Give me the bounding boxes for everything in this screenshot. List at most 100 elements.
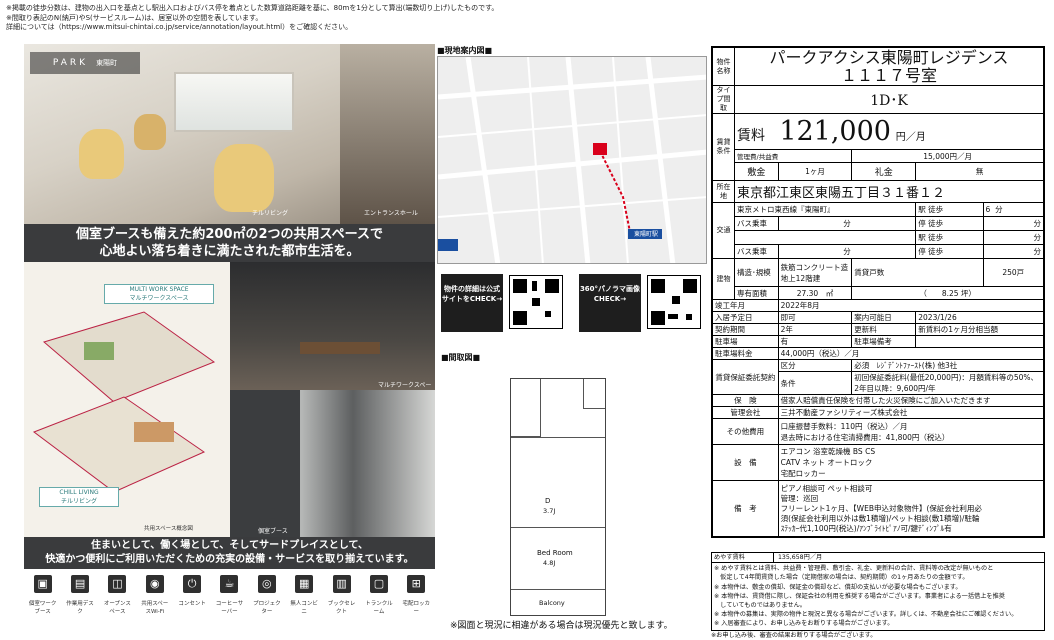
remarks-label: 備 考 [712,480,779,537]
contract-value: 2年 [777,323,853,336]
amenity-icons: ▣ 個室ワークブース ▤ 作業用デスク ◫ オープンスペース ◉ 共用スペースWi-Fi… [24,569,435,629]
walk-value: 6 [985,205,991,214]
dk-size: 3.7J [543,507,556,515]
photo-label: チルリビング [252,210,289,217]
area-label: 専有面積 [734,286,779,300]
notes-box: ※ めやす賃料とは賃料、共益費・管理費、敷引金、礼金、更新料の合計、賃料等の改定… [711,563,1045,631]
chair [79,129,124,179]
completed-label: 竣工年月 [712,299,779,312]
mgmt-fee-value: 15,000円／月 [851,149,1044,163]
note-line: ※ 本物件は、敷金の償却、保証金の償却など、償却の支払いが必要な場合もございます… [714,583,962,591]
equipment-label: 設 備 [712,444,779,481]
parking-info-label: 駐車場備考 [851,335,917,348]
train-line: 東京メトロ東西線『東陽町』 [733,202,917,217]
guarantee-kubun-label: 区分 [777,359,853,372]
photo-label: エントランスホール [364,210,418,217]
address-label: 所在地 [712,180,735,203]
note-line: 詳細については（https://www.mitsui-chintai.co.jp… [6,23,353,31]
note-line: 仮定して4年間賃貸した場合（定期借家の場合は、契約期間）の1ヶ月あたりの金額です… [714,574,969,582]
desk-icon: ▤ [71,575,90,593]
cond-line: 2年目以降：9,600円/年 [854,384,936,393]
amenity-item: ⏻ コンセント [178,575,206,607]
parking-fee-label: 駐車場料金 [712,347,779,360]
walk-label: 駅 徒歩 [915,230,984,245]
footer-note: ※お申し込み後、審査の結果お断りする場合がございます。 [711,631,877,639]
cond-line: 初回保証委託料(最低20,000円)：月額賃料等の50%、 [854,373,1039,382]
name-label: 物件名称 [712,47,735,86]
rent-row: 賃料 121,000 円／月 [734,113,1044,150]
area-value: 27.30 ㎡ [777,286,853,300]
qr-icon [651,279,697,325]
label-en: MULTI WORK SPACE [129,286,189,293]
amenity-label: ブックセレクト [327,601,356,615]
other-line: 口座振替手数料：110円（税込）／月 [780,421,908,431]
min-unit: 分 [982,244,1045,259]
amenity-item: ◎ プロジェクター [253,575,281,615]
remarks-line: ｽﾃｯｶｰ代1,100円(税込)/ｱﾝﾌﾞﾗｲﾄﾋﾟｱﾉ可/鍵ﾃﾞｨﾝﾌﾟﾙ有 [780,523,952,533]
amenity-item: ▥ ブックセレクト [328,575,356,615]
amenity-label: オープンスペース [103,601,131,615]
caption-line: 心地よい落ち着きに満たされた都市生活を。 [99,244,360,259]
location-map: 東陽町駅 [437,56,707,264]
deposit-value: 1ヶ月 [777,162,853,181]
amenity-item: ☕ コーヒーサーバー [215,575,243,615]
photo-label: 個室ブース [258,528,288,535]
guarantee-label: 賃貸保証委託契約 [712,359,779,395]
label-jp: チルリビング [60,498,97,505]
dk-label: D [545,497,551,505]
qr-code[interactable] [509,275,563,329]
brand-logo: PARK 東陽町 [30,52,140,74]
disclaimer: ※図面と現況に相違がある場合は現況優先と致します。 [450,621,673,631]
header-notes: ※掲載の徒歩分数は、建物の出入口を基点とし駅出入口およびバス停を着点とした数算道… [6,4,498,33]
outlet-icon: ⏻ [183,575,202,593]
target-rent-notes: めやす賃料 135,658円／月 ※ めやす賃料とは賃料、共益費・管理費、敷引金、… [711,552,1045,640]
floorplan-title: ■間取図■ [441,353,481,362]
address-value: 東京都江東区東陽五丁目３１番１２ [734,180,1044,203]
caption-line: 住まいとして、働く場として、そしてサードプレイスとして、 [91,540,368,551]
other-fees-label: その他費用 [712,418,779,445]
rent-unit: 円／月 [895,132,926,143]
completed-value: 2022年8月 [777,299,1045,312]
units-value: 250戸 [982,258,1045,287]
guarantee-cond-value: 初回保証委託料(最低20,000円)：月額賃料等の50%、 2年目以降：9,600… [851,371,1044,395]
rent-value: 121,000 [779,116,891,147]
renewal-value: 新賃料の1ヶ月分相当額 [915,323,1044,336]
equip-line: 宅配ロッカー [780,469,826,478]
service-caption: 住まいとして、働く場として、そしてサードプレイスとして、 快適かつ便利にご利用い… [24,537,435,569]
book-icon: ▥ [332,575,351,593]
remarks-line: 管理：巡回 [780,493,819,503]
units-label: 賃貸戸数 [851,258,984,287]
property-table: 物件名称 パークアクシス東陽町レジデンス １１１７号室 タイプ間取 1D･K 賃貸… [711,46,1045,538]
bus-label: バス乗車 [734,244,779,259]
note-line: ※ 本物件の募集は、実際の物件と現況と異なる場合がございます。詳しくは、不動産会… [714,611,1018,619]
guarantee-cond-label: 条件 [777,371,853,395]
insurance-label: 保 険 [712,394,779,407]
amenity-label: 無人コンビニ [290,601,318,615]
panorama-badge: 360°パノラマ画像CHECK→ [579,274,641,332]
amenity-item: ▦ 無人コンビニ [290,575,318,615]
rent-label: 賃料 [737,128,765,144]
layout-type: 1D･K [734,85,1044,114]
name-line: １１１７号室 [840,65,937,85]
amenity-item: ▣ 個室ワークブース [29,575,57,615]
note-line: ※ めやす賃料とは賃料、共益費・管理費、敷引金、礼金、更新料の合計、賃料等の改定… [714,565,994,573]
bedroom-size: 4.8J [543,559,556,567]
amenity-item: ◉ 共用スペースWi-Fi [141,575,169,615]
amenity-label: コンセント [178,601,206,607]
amenity-label: 個室ワークブース [28,601,57,615]
min-unit: 分 [777,216,917,231]
guarantee-kubun-value: 必須 ﾚｼﾞﾃﾞﾝﾄﾌｧｰｽﾄ(株) 他3社 [851,359,1044,372]
map-title: ■現地案内図■ [437,46,493,55]
work-space-photo: マルチワークスペース [230,262,435,390]
building-label: 建物 [712,258,735,300]
walk-label: 駅 徒歩 [915,202,984,217]
qr-code[interactable] [647,275,701,329]
rent-group-label: 賃貸条件 [712,113,735,181]
logo-sub: 東陽町 [96,59,118,67]
walk-minutes: 6 分 [982,202,1045,217]
photo-caption: 個室ブースも備えた約200㎡の2つの共用スペースで 心地よい落ち着きに満たされた… [24,224,435,262]
caption-line: 快適かつ便利にご利用いただくための充実の設備・サービスを取り揃えています。 [45,554,414,565]
common-space-diagram: MULTI WORK SPACE マルチワークスペース CHILL LIVING チ… [24,262,230,537]
amenity-label: 共用スペースWi-Fi [141,601,169,615]
equip-line: CATV ネット オートロック [780,458,873,467]
